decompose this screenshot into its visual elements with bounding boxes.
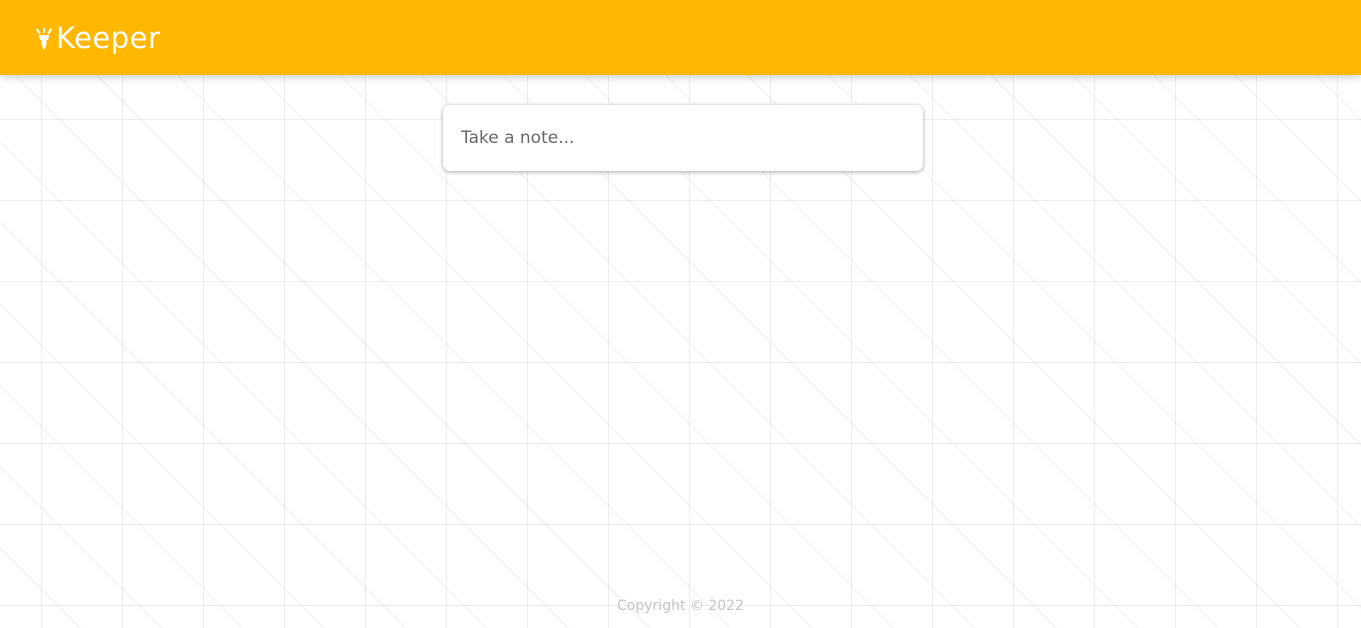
highlighter-icon: [36, 27, 52, 49]
create-note-form: [443, 105, 923, 171]
footer: Copyright © 2022: [0, 598, 1361, 614]
app-title: Keeper: [56, 20, 161, 55]
brand: Keeper: [35, 21, 160, 55]
app-header: Keeper: [0, 0, 1361, 75]
copyright-text: Copyright © 2022: [617, 598, 744, 614]
note-input[interactable]: [443, 105, 923, 171]
